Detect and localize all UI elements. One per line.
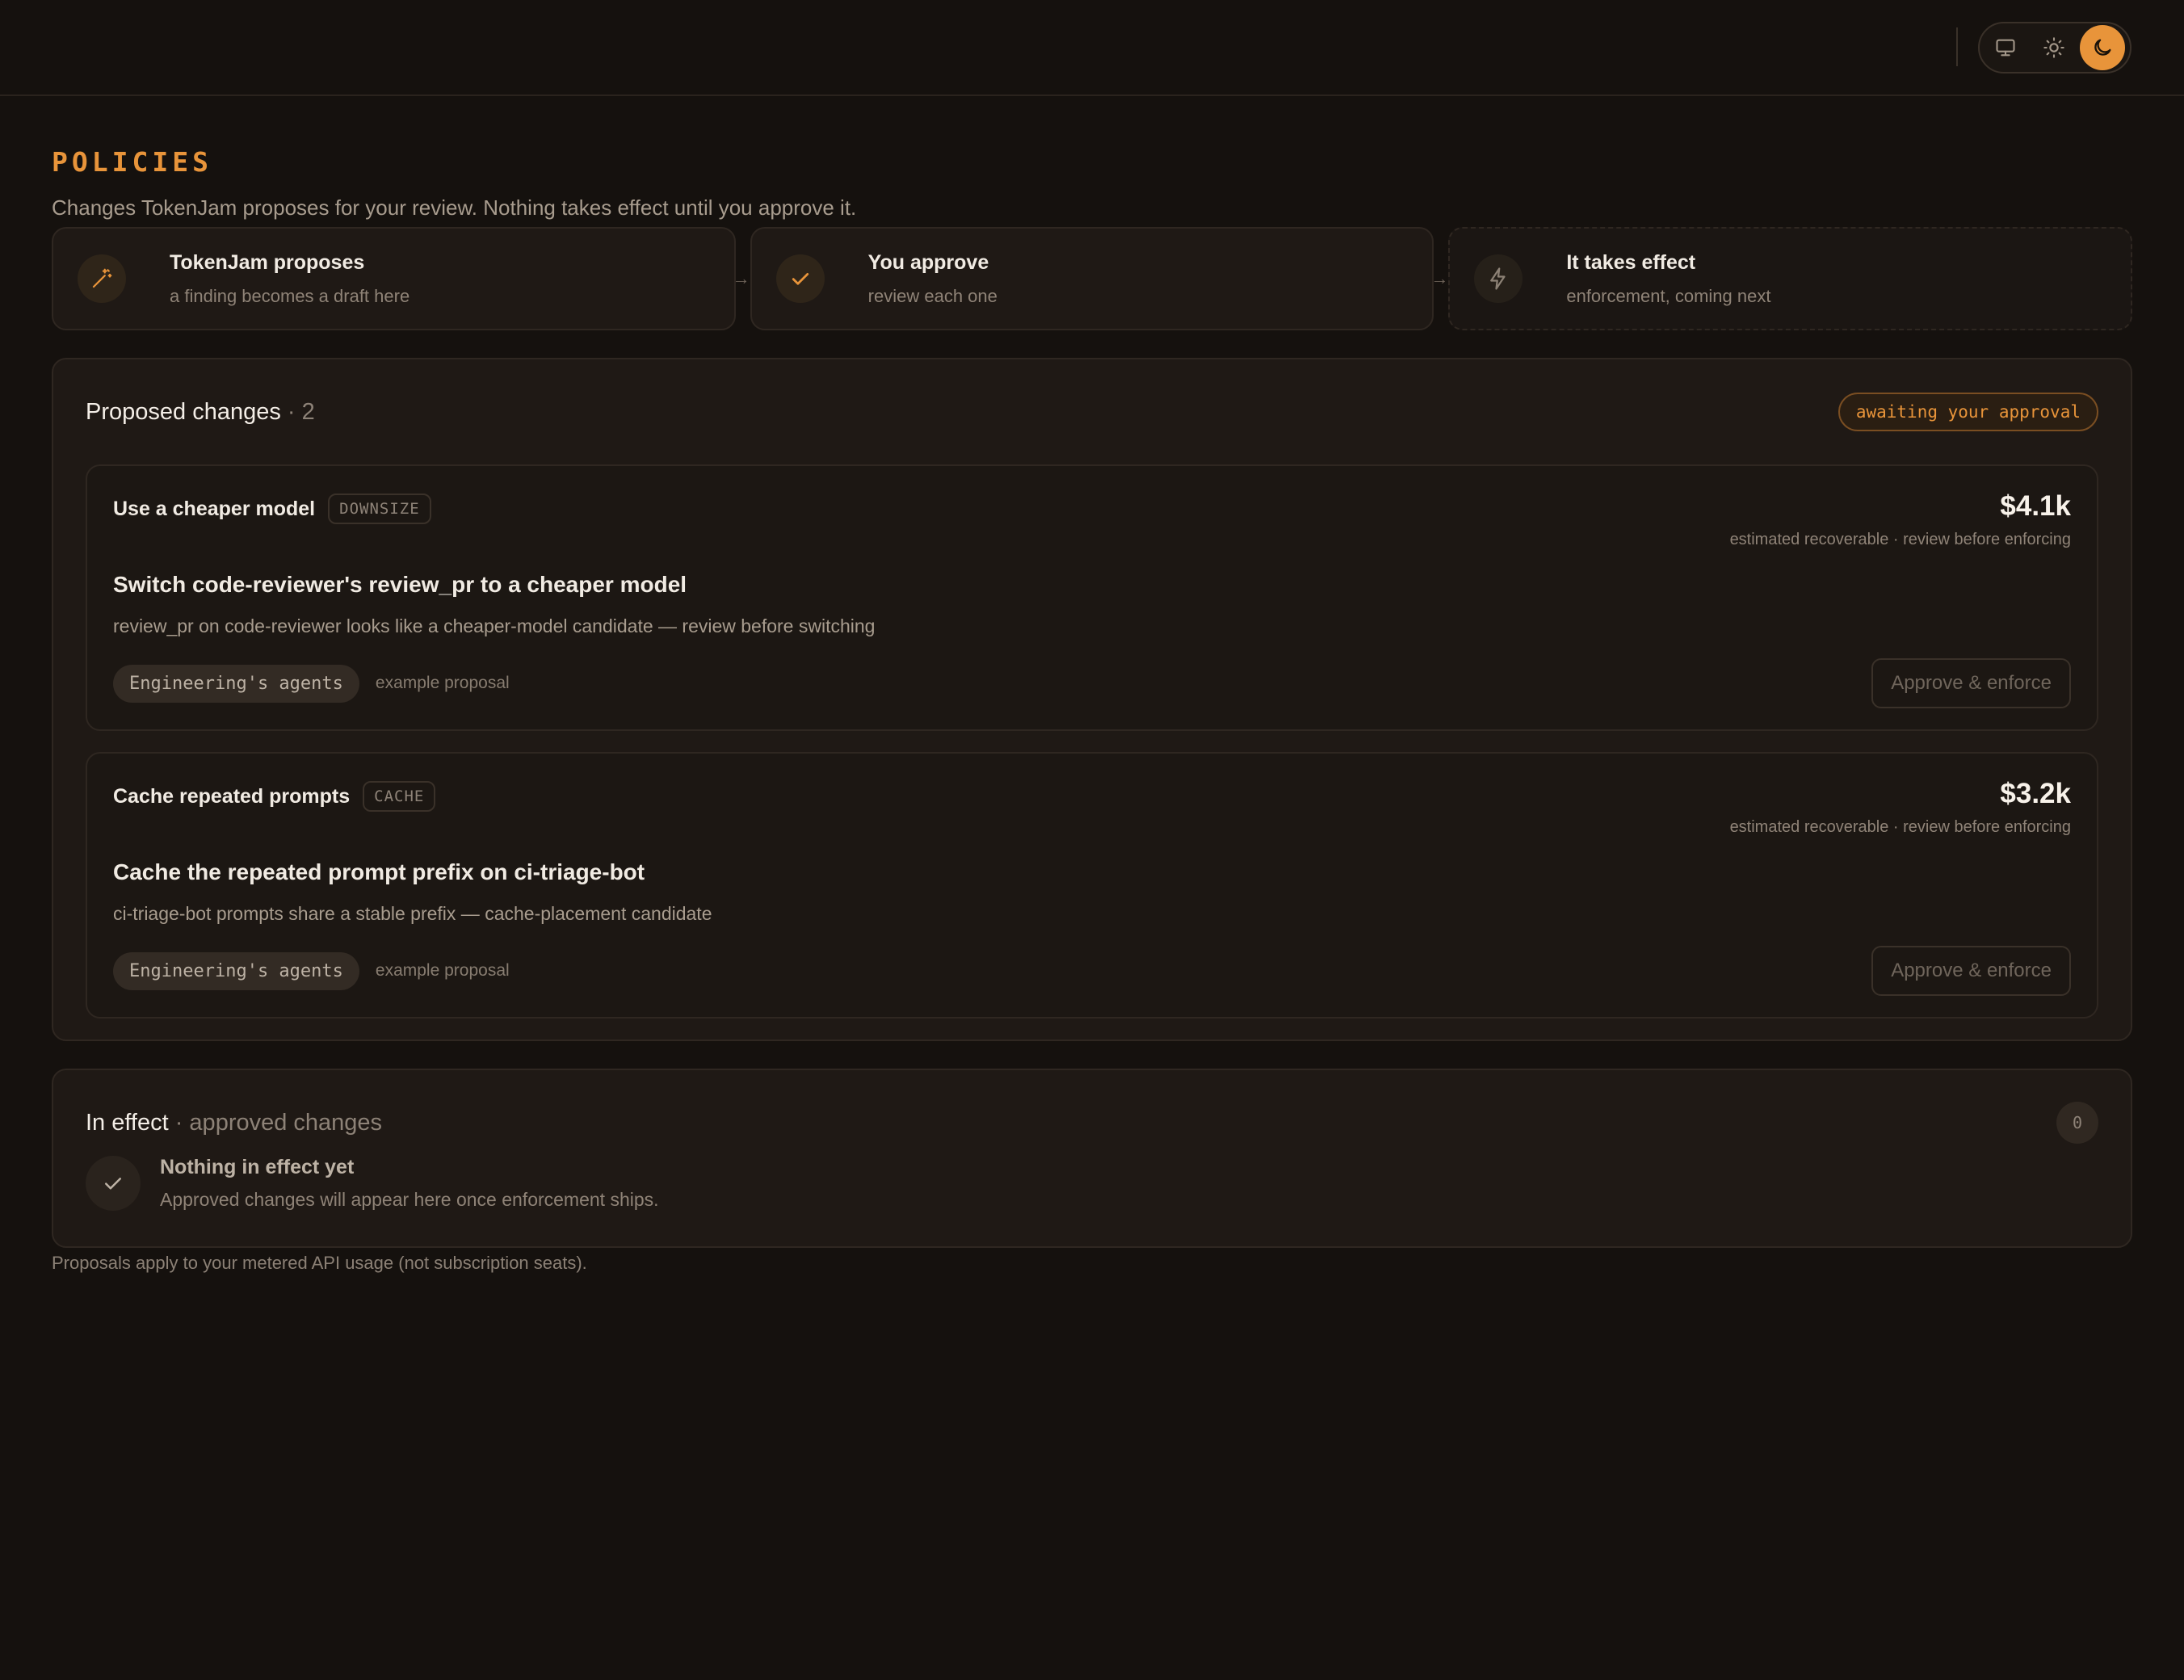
step-title: It takes effect bbox=[1566, 250, 1696, 274]
check-icon bbox=[86, 1156, 141, 1211]
check-icon bbox=[775, 254, 825, 303]
proposal-description: ci-triage-bot prompts share a stable pre… bbox=[113, 903, 712, 924]
page-subtitle: Changes TokenJam proposes for your revie… bbox=[52, 195, 857, 220]
moon-icon bbox=[2094, 39, 2111, 56]
example-label: example proposal bbox=[375, 674, 510, 692]
panel-title: Proposed changes · 2 bbox=[86, 399, 315, 426]
team-chip: Engineering's agents bbox=[113, 664, 359, 703]
approve-enforce-button[interactable]: Approve & enforce bbox=[1871, 658, 2071, 708]
toolbar-divider bbox=[1956, 27, 1958, 66]
proposal-tag: DOWNSIZE bbox=[328, 494, 431, 524]
team-chip: Engineering's agents bbox=[113, 951, 359, 990]
savings-amount: $3.2k bbox=[2000, 778, 2071, 809]
step-title: TokenJam proposes bbox=[170, 250, 365, 274]
proposal-tag: CACHE bbox=[363, 781, 436, 812]
step-subtitle: enforcement, coming next bbox=[1566, 285, 1771, 306]
proposed-changes-panel: Proposed changes · 2 awaiting your appro… bbox=[52, 358, 2132, 1041]
workflow-steps: TokenJam proposes a finding becomes a dr… bbox=[52, 227, 2133, 330]
proposal-title: Switch code-reviewer's review_pr to a ch… bbox=[113, 572, 687, 597]
step-propose: TokenJam proposes a finding becomes a dr… bbox=[52, 227, 750, 330]
proposal-description: review_pr on code-reviewer looks like a … bbox=[113, 615, 876, 636]
theme-light-button[interactable] bbox=[2031, 25, 2077, 70]
panel-title-text: In effect bbox=[86, 1109, 169, 1136]
proposal-card: Cache repeated prompts CACHE $3.2k estim… bbox=[86, 752, 2098, 1018]
theme-switcher bbox=[1978, 22, 2132, 74]
arrow-right-icon: → bbox=[1430, 268, 1449, 288]
arrow-right-icon: → bbox=[732, 268, 750, 288]
count-badge: 0 bbox=[2056, 1102, 2098, 1144]
empty-state: Nothing in effect yet Approved changes w… bbox=[86, 1156, 2098, 1211]
step-subtitle: a finding becomes a draft here bbox=[170, 285, 410, 306]
top-bar bbox=[0, 0, 2184, 96]
example-label: example proposal bbox=[375, 961, 510, 980]
approve-enforce-button[interactable]: Approve & enforce bbox=[1871, 946, 2071, 996]
wand-icon bbox=[78, 254, 126, 303]
savings-note: estimated recoverable · review before en… bbox=[1729, 818, 2071, 836]
panel-subtitle: · approved changes bbox=[174, 1109, 383, 1136]
theme-dark-button[interactable] bbox=[2080, 25, 2125, 70]
theme-system-button[interactable] bbox=[1983, 25, 2028, 70]
step-title: You approve bbox=[867, 250, 989, 274]
status-badge: awaiting your approval bbox=[1838, 393, 2098, 431]
in-effect-panel: In effect · approved changes 0 Nothing i… bbox=[52, 1069, 2132, 1248]
monitor-icon bbox=[1996, 39, 2015, 57]
savings-amount: $4.1k bbox=[2000, 490, 2071, 522]
panel-title: In effect · approved changes bbox=[86, 1110, 382, 1136]
proposal-title: Cache the repeated prompt prefix on ci-t… bbox=[113, 859, 645, 884]
empty-title: Nothing in effect yet bbox=[160, 1156, 355, 1178]
proposal-count: · 2 bbox=[287, 398, 315, 425]
page-title: POLICIES bbox=[52, 146, 212, 178]
footnote: Proposals apply to your metered API usag… bbox=[52, 1253, 587, 1273]
proposal-kind: Use a cheaper model bbox=[113, 497, 316, 520]
sun-icon bbox=[2043, 37, 2064, 58]
bolt-icon bbox=[1474, 254, 1523, 303]
step-subtitle: review each one bbox=[867, 285, 998, 306]
step-approve: You approve review each one → bbox=[750, 227, 1448, 330]
empty-subtitle: Approved changes will appear here once e… bbox=[160, 1189, 659, 1210]
savings-note: estimated recoverable · review before en… bbox=[1729, 531, 2071, 548]
policies-page: POLICIES Changes TokenJam proposes for y… bbox=[52, 96, 2133, 1274]
proposal-kind: Cache repeated prompts bbox=[113, 784, 351, 808]
panel-title-text: Proposed changes bbox=[86, 398, 281, 425]
step-effect: It takes effect enforcement, coming next bbox=[1448, 227, 2133, 330]
proposal-card: Use a cheaper model DOWNSIZE $4.1k estim… bbox=[86, 464, 2098, 731]
